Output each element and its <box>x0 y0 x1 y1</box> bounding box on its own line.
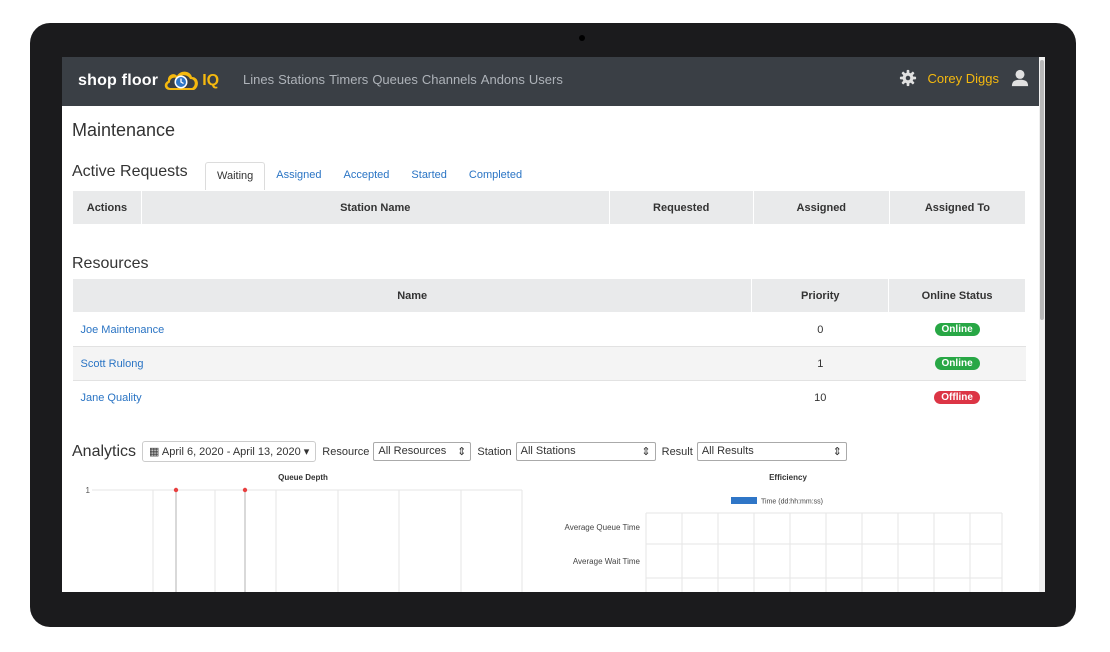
col-actions: Actions <box>72 190 142 225</box>
analytics-filter-row: Analytics ▦ April 6, 2020 - April 13, 20… <box>72 441 853 462</box>
nav-link-stations[interactable]: Stations <box>278 72 325 87</box>
col-online-status: Online Status <box>888 278 1026 313</box>
efficiency-title: Efficiency <box>769 473 807 482</box>
resource-name-link[interactable]: Jane Quality <box>72 380 752 414</box>
requests-table: Actions Station Name Requested Assigned … <box>72 190 1027 225</box>
date-range-value: April 6, 2020 - April 13, 2020 <box>161 446 301 458</box>
queue-depth-y-tick: 1 <box>86 486 91 495</box>
resources-title: Resources <box>72 255 149 272</box>
user-name[interactable]: Corey Diggs <box>927 71 999 86</box>
resource-select-value: All Resources <box>378 445 447 457</box>
gear-icon[interactable] <box>899 69 917 87</box>
station-label: Station <box>477 445 512 458</box>
col-priority: Priority <box>751 278 890 313</box>
tab-accepted[interactable]: Accepted <box>333 162 401 190</box>
select-arrows-icon: ⇕ <box>457 446 467 458</box>
tab-completed[interactable]: Completed <box>458 162 533 190</box>
select-arrows-icon: ⇕ <box>641 446 651 458</box>
resource-priority: 10 <box>751 380 889 414</box>
result-select-value: All Results <box>701 445 754 457</box>
table-row: Joe Maintenance 0 Online <box>72 312 1026 347</box>
col-assigned-to: Assigned To <box>888 190 1027 225</box>
cloud-clock-icon <box>165 71 199 90</box>
queue-depth-points <box>173 487 248 592</box>
nav-link-channels[interactable]: Channels <box>422 72 477 87</box>
resource-status: Online <box>888 346 1026 381</box>
tab-waiting[interactable]: Waiting <box>205 162 266 191</box>
resource-status: Offline <box>888 380 1026 414</box>
queue-depth-grid <box>92 489 523 592</box>
nav-link-queues[interactable]: Queues <box>372 72 418 87</box>
resource-name-link[interactable]: Joe Maintenance <box>72 312 752 347</box>
screen: shop floor IQ Lines Stations Timers Queu… <box>62 57 1045 592</box>
result-select[interactable]: All Results ⇕ <box>696 442 847 461</box>
navbar: shop floor IQ Lines Stations Timers Queu… <box>62 57 1045 106</box>
analytics-title: Analytics <box>72 442 137 460</box>
chart-point <box>173 487 179 493</box>
nav-link-users[interactable]: Users <box>529 72 563 87</box>
nav-link-andons[interactable]: Andons <box>481 72 525 87</box>
tab-assigned[interactable]: Assigned <box>265 162 332 190</box>
efficiency-legend-swatch <box>731 497 757 504</box>
result-label: Result <box>661 445 693 458</box>
nav-right: Corey Diggs <box>899 69 1029 87</box>
table-row: Scott Rulong 1 Online <box>72 346 1026 381</box>
col-station-name: Station Name <box>140 190 610 225</box>
station-select[interactable]: All Stations ⇕ <box>515 442 656 461</box>
brand-suffix: IQ <box>202 72 220 89</box>
resource-label: Resource <box>322 445 370 458</box>
page-title: Maintenance <box>72 120 176 140</box>
nav-links: Lines Stations Timers Queues Channels An… <box>243 72 567 87</box>
nav-link-lines[interactable]: Lines <box>243 72 274 87</box>
requests-header-row: Actions Station Name Requested Assigned … <box>72 190 1027 225</box>
date-range-picker[interactable]: ▦ April 6, 2020 - April 13, 2020 ▾ <box>142 441 317 462</box>
status-badge: Online <box>934 323 980 336</box>
status-badge: Offline <box>934 391 980 404</box>
resource-priority: 1 <box>751 346 889 381</box>
nav-link-timers[interactable]: Timers <box>329 72 368 87</box>
resource-select[interactable]: All Resources ⇕ <box>373 442 472 461</box>
active-requests-title: Active Requests <box>72 163 188 180</box>
resource-status: Online <box>888 312 1026 347</box>
analytics-charts: Queue Depth 1 Efficiency Time (dd:hh:mm:… <box>86 473 1003 592</box>
status-badge: Online <box>934 357 980 370</box>
col-assigned: Assigned <box>752 190 890 225</box>
resource-priority: 0 <box>751 312 889 347</box>
tab-started[interactable]: Started <box>400 162 457 190</box>
efficiency-category-label: Average Queue Time <box>565 523 641 532</box>
efficiency-grid <box>645 512 1003 592</box>
table-row: Jane Quality 10 Offline <box>72 380 1026 414</box>
camera <box>579 35 585 41</box>
chart-point <box>242 487 248 493</box>
station-select-value: All Stations <box>520 445 576 457</box>
request-tabs: Waiting Assigned Accepted Started Comple… <box>205 162 533 191</box>
select-arrows-icon: ⇕ <box>832 446 842 458</box>
caret-down-icon: ▾ <box>303 446 310 458</box>
col-name: Name <box>71 278 753 313</box>
efficiency-legend-label: Time (dd:hh:mm:ss) <box>761 499 823 506</box>
efficiency-category-label: Average Wait Time <box>573 557 641 566</box>
queue-depth-title: Queue Depth <box>278 473 328 482</box>
user-icon[interactable] <box>1011 69 1029 87</box>
resources-table: Name Priority Online Status Joe Maintena… <box>71 278 1026 414</box>
brand-text: shop floor <box>78 72 159 89</box>
resources-header-row: Name Priority Online Status <box>71 278 1026 313</box>
col-requested: Requested <box>608 190 754 225</box>
scrollbar-thumb[interactable] <box>1040 60 1044 320</box>
resource-name-link[interactable]: Scott Rulong <box>72 346 752 381</box>
brand-logo[interactable]: shop floor IQ <box>78 68 219 94</box>
calendar-icon: ▦ <box>149 446 160 458</box>
